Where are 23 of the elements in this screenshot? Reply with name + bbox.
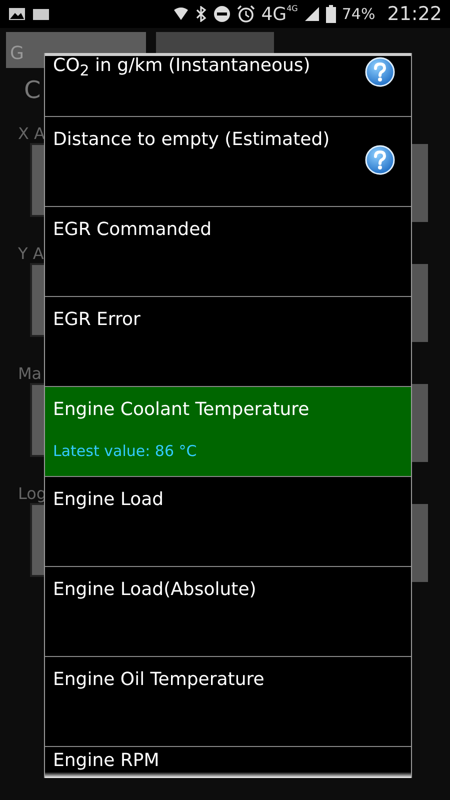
list-item[interactable]: Engine Load	[45, 477, 411, 567]
signal-icon	[304, 6, 320, 22]
battery-percent: 74%	[342, 5, 376, 23]
image-icon	[8, 7, 26, 21]
list-item[interactable]: EGR Commanded	[45, 207, 411, 297]
do-not-disturb-icon	[213, 5, 232, 23]
bluetooth-icon	[195, 6, 208, 22]
list-item[interactable]: Engine Coolant Temperature Latest value: 86 °C	[45, 387, 411, 477]
help-icon[interactable]	[365, 145, 395, 175]
alarm-icon	[237, 5, 256, 23]
clock: 21:22	[387, 3, 442, 25]
list-item[interactable]: Engine RPM	[45, 747, 411, 778]
list-item[interactable]: CO$_{2}$ in g/km (Instantaneous)	[45, 53, 411, 117]
battery-icon	[326, 5, 336, 23]
field-label: Y A	[18, 244, 45, 263]
list-item[interactable]: Engine Load(Absolute)	[45, 567, 411, 657]
list-item[interactable]: Distance to empty (Estimated)	[45, 117, 411, 207]
list-item[interactable]: Engine Oil Temperature	[45, 657, 411, 747]
field-label: X A	[18, 124, 46, 143]
field-label: Ma	[18, 364, 43, 383]
wifi-icon	[173, 7, 190, 21]
screen-title: C	[24, 76, 41, 106]
help-icon[interactable]	[365, 57, 395, 87]
